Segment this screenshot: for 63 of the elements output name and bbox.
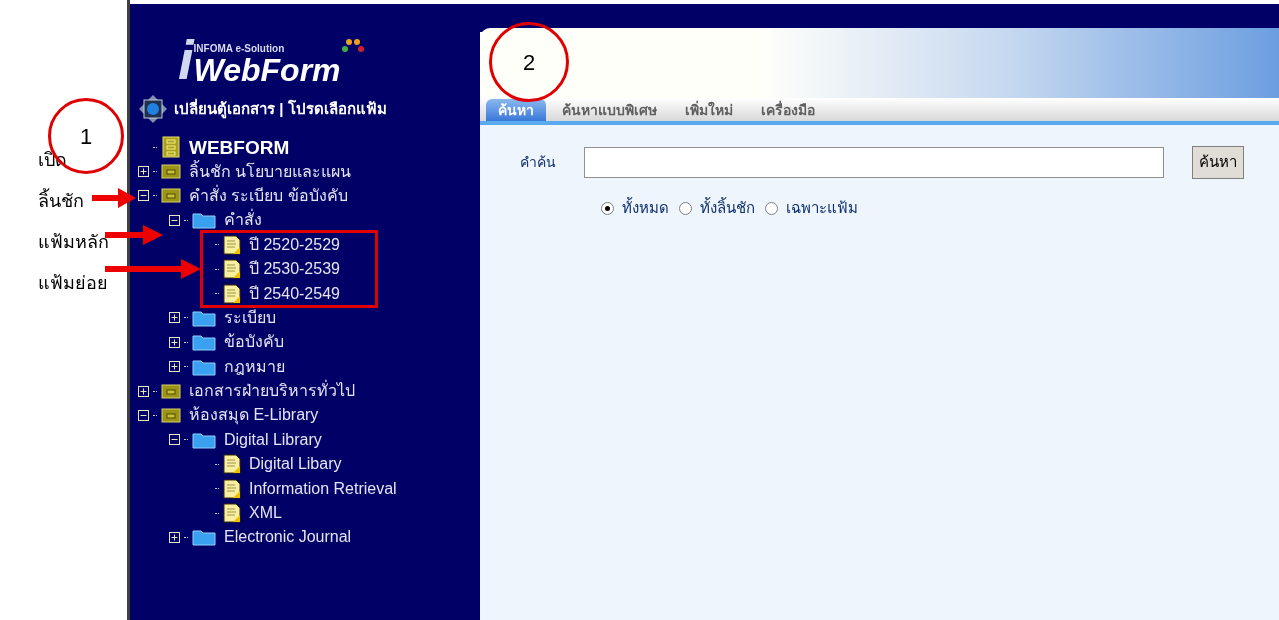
radio-label[interactable]: เฉพาะแฟ้ม bbox=[786, 197, 858, 220]
expand-icon[interactable] bbox=[138, 166, 149, 178]
logo-initial: i bbox=[178, 32, 194, 88]
expand-icon[interactable] bbox=[138, 385, 149, 397]
cabinet-icon bbox=[161, 136, 181, 159]
tree-item[interactable]: ข้อบังคับ bbox=[224, 334, 284, 351]
tree-item[interactable]: Digital Libary bbox=[249, 456, 342, 473]
annotation-label: ลิ้นชัก bbox=[38, 187, 84, 215]
search-label: คำค้น bbox=[520, 153, 556, 172]
document-icon bbox=[223, 478, 241, 499]
document-icon bbox=[223, 503, 241, 524]
tree-item[interactable]: Information Retrieval bbox=[249, 480, 397, 497]
document-icon bbox=[223, 234, 241, 255]
drawer-icon bbox=[161, 164, 181, 180]
annotation-label: แฟ้มหลัก bbox=[38, 231, 109, 254]
tree-item[interactable]: คำสั่ง ระเบียบ ข้อบังคับ bbox=[189, 187, 348, 204]
tree-item[interactable]: ปี 2520-2529 bbox=[249, 236, 340, 253]
tab[interactable]: เครื่องมือ bbox=[749, 99, 827, 121]
folder-icon bbox=[192, 528, 216, 547]
sidebar-header: เปลี่ยนตู้เอกสาร | โปรดเลือกแฟ้ม bbox=[174, 97, 387, 121]
expand-icon[interactable] bbox=[169, 361, 180, 373]
expand-icon[interactable] bbox=[169, 531, 180, 543]
document-icon bbox=[223, 259, 241, 280]
folder-icon bbox=[192, 333, 216, 352]
arrow-icon bbox=[105, 258, 201, 280]
drawer-icon bbox=[161, 408, 181, 423]
folder-icon bbox=[192, 308, 216, 327]
annotation-label: แฟ้มย่อย bbox=[38, 272, 108, 295]
tree-item[interactable]: ระเบียบ bbox=[224, 309, 276, 326]
document-icon bbox=[223, 454, 241, 475]
expand-icon[interactable] bbox=[169, 336, 180, 348]
logo-text: WebForm bbox=[193, 54, 341, 86]
collapse-icon[interactable] bbox=[169, 434, 180, 446]
tab[interactable]: ค้นหาแบบพิเศษ bbox=[550, 99, 669, 121]
collapse-icon[interactable] bbox=[169, 214, 180, 226]
folder-icon bbox=[192, 430, 216, 449]
folder-icon bbox=[192, 357, 216, 376]
radio-button[interactable] bbox=[601, 201, 614, 215]
logo-tagline: INFOMA e-Solution bbox=[193, 44, 286, 54]
globe-icon bbox=[138, 94, 168, 124]
expand-icon[interactable] bbox=[169, 312, 180, 324]
tree-item[interactable]: กฎหมาย bbox=[224, 358, 285, 375]
radio-label[interactable]: ทั้งลิ้นชัก bbox=[700, 197, 755, 220]
collapse-icon[interactable] bbox=[138, 190, 149, 202]
radio-label[interactable]: ทั้งหมด bbox=[622, 197, 669, 220]
tree-item[interactable]: Digital Library bbox=[224, 431, 322, 448]
radio-button[interactable] bbox=[765, 201, 778, 215]
tree-item[interactable]: ปี 2530-2539 bbox=[249, 261, 340, 278]
tree-item[interactable]: ปี 2540-2549 bbox=[249, 285, 340, 302]
collapse-icon[interactable] bbox=[138, 410, 149, 421]
search-button[interactable]: ค้นหา bbox=[1192, 146, 1244, 179]
folder-icon bbox=[192, 211, 216, 230]
tree-item[interactable]: Electronic Journal bbox=[224, 529, 352, 546]
arrow-icon bbox=[92, 187, 136, 209]
radio-button[interactable] bbox=[679, 201, 692, 215]
tree-item[interactable]: XML bbox=[249, 505, 282, 522]
search-field[interactable] bbox=[584, 147, 1164, 178]
tree-item[interactable]: WEBFORM bbox=[189, 137, 290, 157]
drawer-icon bbox=[161, 383, 181, 399]
drawer-icon bbox=[161, 188, 181, 204]
tab[interactable]: เพิ่มใหม่ bbox=[673, 99, 745, 121]
document-icon bbox=[223, 283, 241, 304]
tree-item[interactable]: ห้องสมุด E-Library bbox=[189, 407, 319, 424]
